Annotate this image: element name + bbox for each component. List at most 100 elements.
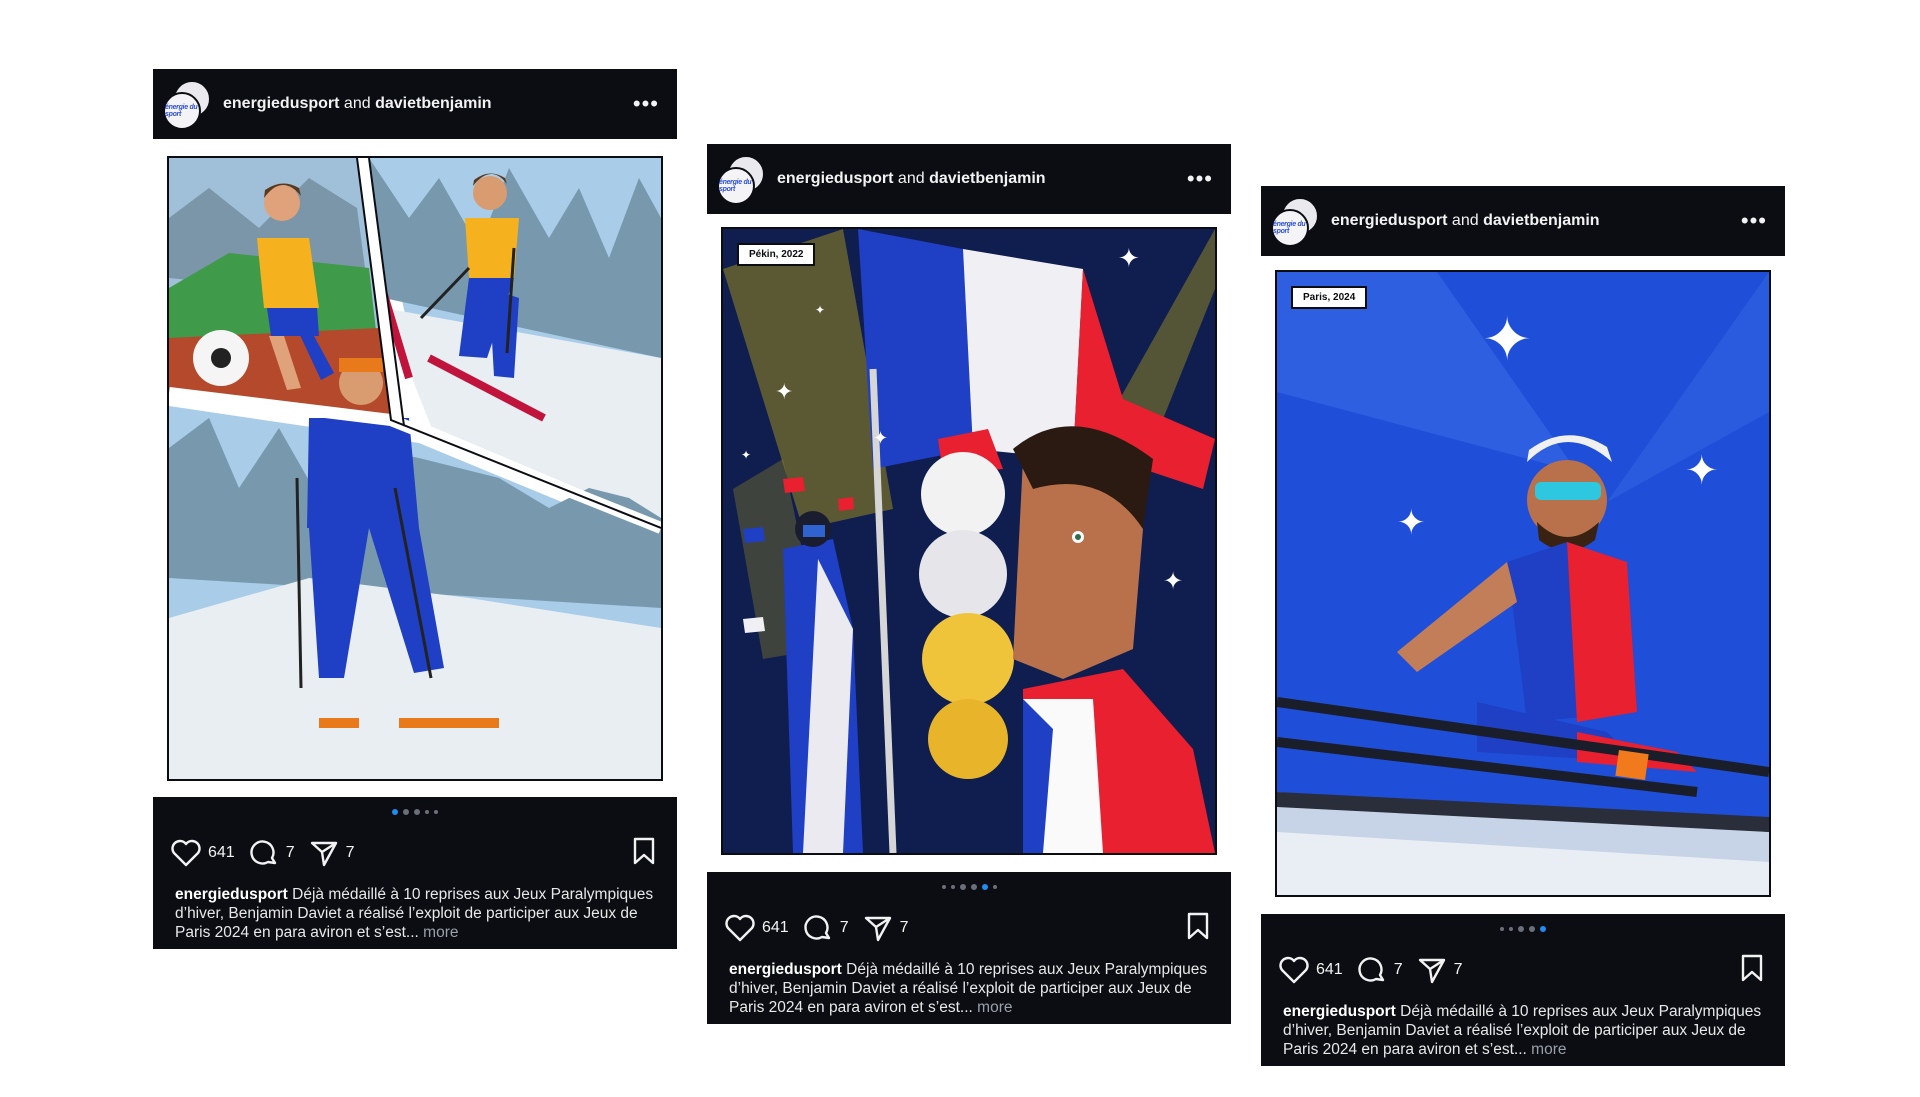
save-button[interactable]	[1739, 953, 1765, 988]
more-link[interactable]: more	[977, 999, 1012, 1016]
svg-text:✦: ✦	[1163, 567, 1183, 595]
post-image[interactable]: ✦ ✦ ✦ ✦ ✦ ✦ Pékin, 2022	[721, 227, 1217, 855]
more-options-icon[interactable]: •••	[1187, 168, 1213, 190]
svg-text:✦: ✦	[815, 303, 825, 317]
save-button[interactable]	[1185, 911, 1211, 946]
carousel-dot[interactable]	[941, 885, 946, 889]
heart-icon	[171, 839, 201, 867]
heart-icon	[1279, 956, 1309, 984]
svg-text:✦: ✦	[775, 380, 793, 405]
save-button[interactable]	[631, 836, 657, 871]
action-bar: 641 7 7	[1279, 954, 1765, 986]
authors-connector: and	[343, 95, 371, 112]
post-authors: energiedusport and davietbenjamin	[777, 170, 1187, 188]
carousel-dot[interactable]	[950, 885, 955, 889]
post-header: énergie du sport energiedusport and davi…	[153, 69, 677, 139]
avatar-logo-text: énergie du sport	[719, 179, 752, 193]
caption-username[interactable]: energiedusport	[175, 886, 288, 903]
share-button[interactable]: 7	[1417, 956, 1463, 984]
caption-username[interactable]: energiedusport	[1283, 1003, 1396, 1020]
comment-button[interactable]: 7	[1357, 956, 1403, 984]
svg-text:✦: ✦	[873, 428, 888, 449]
svg-text:✦: ✦	[1118, 244, 1140, 274]
carousel-dot[interactable]	[981, 884, 988, 890]
account-name[interactable]: energiedusport	[1331, 212, 1447, 229]
more-options-icon[interactable]: •••	[633, 93, 659, 115]
carousel-indicator[interactable]	[707, 884, 1231, 890]
post-image[interactable]: ✦ ✦ ✦ Paris, 2024	[1275, 270, 1771, 897]
carousel-dot[interactable]	[414, 809, 420, 815]
avatar[interactable]: énergie du sport	[163, 92, 201, 130]
avatar-group[interactable]: énergie du sport	[1271, 197, 1319, 247]
carousel-dot[interactable]	[403, 809, 409, 815]
svg-text:✦: ✦	[741, 448, 751, 462]
paper-plane-icon	[310, 841, 337, 867]
collaborator-name[interactable]: davietbenjamin	[375, 95, 491, 112]
comment-count: 7	[1393, 961, 1403, 978]
bookmark-icon	[1741, 954, 1763, 981]
post-authors: energiedusport and davietbenjamin	[1331, 212, 1741, 230]
flag-bearer-illustration: ✦ ✦ ✦ ✦ ✦ ✦	[723, 229, 1215, 853]
carousel-dot[interactable]	[1509, 927, 1513, 931]
avatar-group[interactable]: énergie du sport	[717, 155, 765, 205]
carousel-dot[interactable]	[1500, 927, 1504, 931]
more-link[interactable]: more	[423, 924, 458, 941]
comment-count: 7	[285, 844, 295, 861]
avatar[interactable]: énergie du sport	[717, 167, 755, 205]
like-button[interactable]: 641	[171, 839, 235, 867]
avatar-group[interactable]: énergie du sport	[163, 80, 211, 130]
authors-connector: and	[897, 170, 925, 187]
account-name[interactable]: energiedusport	[223, 95, 339, 112]
collaborator-name[interactable]: davietbenjamin	[1483, 212, 1599, 229]
post-footer: 641 7 7 energiedusport Déjà médaillé à 1…	[707, 872, 1231, 1024]
comment-button[interactable]: 7	[803, 914, 849, 942]
comment-button[interactable]: 7	[249, 839, 295, 867]
share-button[interactable]: 7	[863, 914, 909, 942]
carousel-dot[interactable]	[434, 810, 438, 814]
carousel-dot[interactable]	[425, 810, 429, 814]
like-count: 641	[208, 844, 235, 861]
like-button[interactable]: 641	[725, 914, 789, 942]
carousel-indicator[interactable]	[153, 809, 677, 815]
post-image[interactable]	[167, 156, 663, 781]
caption-username[interactable]: energiedusport	[729, 961, 842, 978]
paper-plane-icon	[864, 916, 891, 942]
carousel-dot[interactable]	[1540, 926, 1546, 932]
svg-text:✦: ✦	[1685, 448, 1719, 494]
carousel-dot[interactable]	[392, 809, 398, 815]
more-link[interactable]: more	[1531, 1041, 1566, 1058]
carousel-dot[interactable]	[992, 885, 997, 889]
heart-icon	[725, 914, 755, 942]
share-count: 7	[899, 919, 909, 936]
authors-connector: and	[1451, 212, 1479, 229]
comment-icon	[804, 915, 830, 940]
like-count: 641	[762, 919, 789, 936]
share-count: 7	[345, 844, 355, 861]
location-year-tag: Pékin, 2022	[737, 243, 816, 266]
carousel-dot[interactable]	[970, 884, 977, 890]
rower-illustration: ✦ ✦ ✦	[1277, 272, 1769, 895]
post-caption: energiedusport Déjà médaillé à 10 repris…	[729, 960, 1209, 1017]
like-button[interactable]: 641	[1279, 956, 1343, 984]
bookmark-icon	[633, 837, 655, 864]
carousel-dot[interactable]	[1529, 926, 1535, 932]
comic-illustration	[169, 158, 661, 779]
action-bar: 641 7 7	[725, 912, 1211, 944]
account-name[interactable]: energiedusport	[777, 170, 893, 187]
comment-icon	[1358, 957, 1384, 982]
carousel-indicator[interactable]	[1261, 926, 1785, 932]
svg-text:✦: ✦	[1397, 503, 1426, 543]
collaborator-name[interactable]: davietbenjamin	[929, 170, 1045, 187]
avatar[interactable]: énergie du sport	[1271, 209, 1309, 247]
share-button[interactable]: 7	[309, 839, 355, 867]
share-count: 7	[1453, 961, 1463, 978]
carousel-dot[interactable]	[1518, 926, 1524, 932]
like-count: 641	[1316, 961, 1343, 978]
carousel-dot[interactable]	[959, 884, 966, 890]
action-bar: 641 7 7	[171, 837, 657, 869]
more-options-icon[interactable]: •••	[1741, 210, 1767, 232]
post-footer: 641 7 7 energiedusport Déjà médaillé à 1…	[153, 797, 677, 949]
post-footer: 641 7 7 energiedusport Déjà médaillé à 1…	[1261, 914, 1785, 1066]
bookmark-icon	[1187, 912, 1209, 939]
location-year-tag: Paris, 2024	[1291, 286, 1368, 309]
